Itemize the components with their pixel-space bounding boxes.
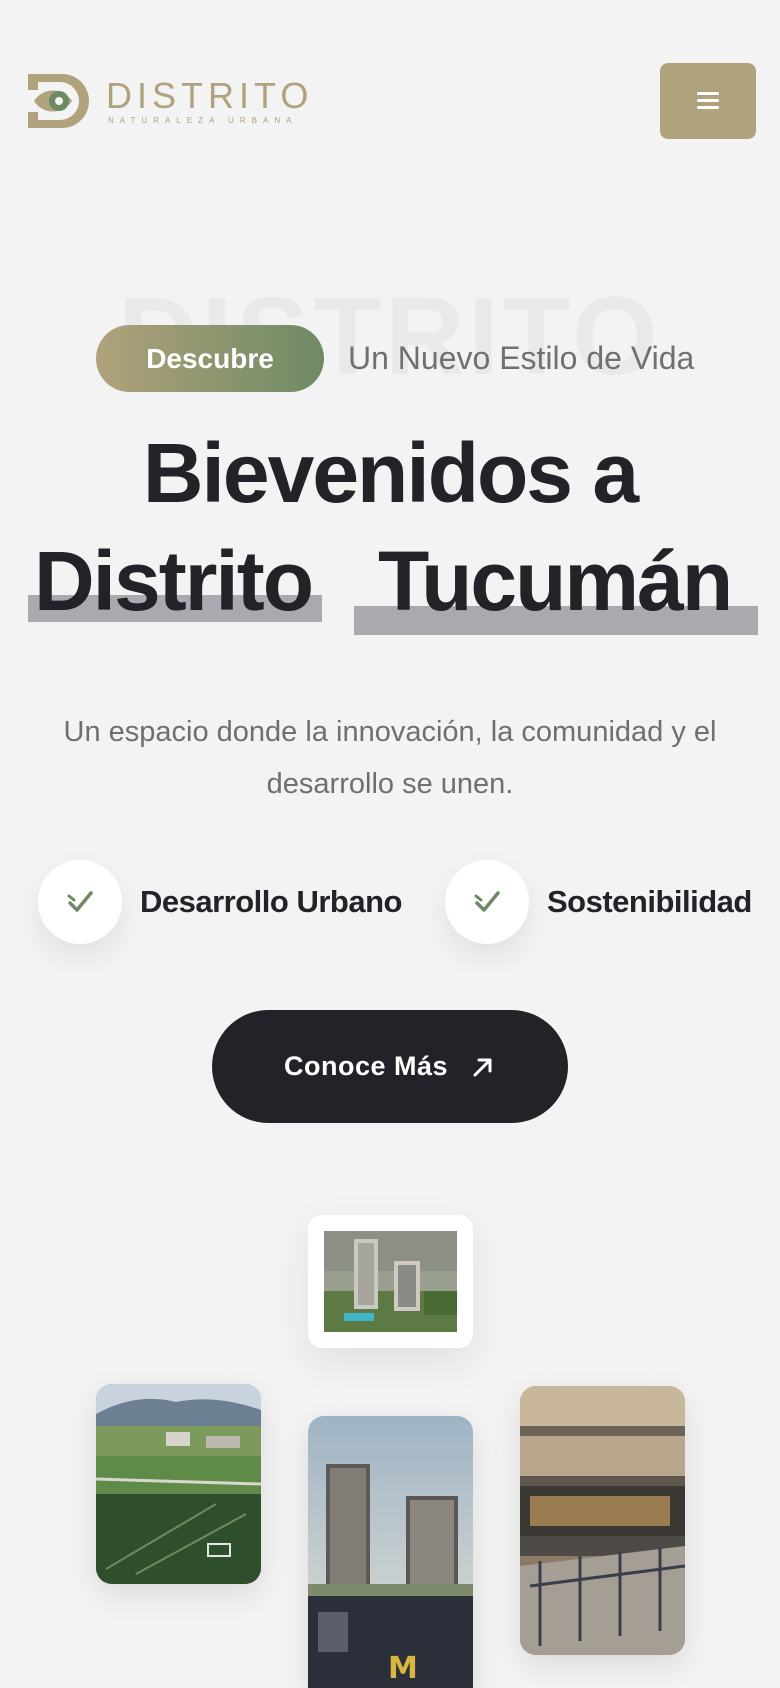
badge-subtitle: Un Nuevo Estilo de Vida [348, 340, 695, 376]
hero-badge-row: Descubre Un Nuevo Estilo de Vida [96, 325, 694, 392]
logo-mark-icon [28, 74, 89, 128]
brand-name: DISTRITO [106, 74, 314, 116]
gallery-photo-building-terrace [520, 1386, 685, 1655]
discover-badge: Descubre [96, 325, 324, 392]
gallery-photo-towers-street: M [308, 1416, 473, 1688]
brand-tagline: NATURALEZA URBANA [108, 115, 298, 125]
learn-more-button[interactable]: Conoce Más [212, 1010, 568, 1123]
menu-button[interactable] [660, 63, 756, 139]
check-icon [38, 860, 122, 944]
brand-logo[interactable]: DISTRITO NATURALEZA URBANA [28, 74, 313, 128]
arrow-up-right-icon [473, 1058, 492, 1076]
svg-text:M: M [388, 1651, 418, 1686]
feature-sustainability: Sostenibilidad [445, 860, 752, 944]
hero-title-distrito: Distrito [34, 534, 314, 628]
hero-description: Un espacio donde la innovación, la comun… [63, 716, 717, 800]
hero-title-tucuman: Tucumán [378, 534, 733, 628]
feature-label: Sostenibilidad [547, 884, 752, 919]
site-header: DISTRITO NATURALEZA URBANA [0, 0, 780, 160]
gallery-photo-towers-aerial [308, 1215, 473, 1348]
hero-title-line1: Bievenidos a [142, 426, 639, 520]
feature-label: Desarrollo Urbano [140, 884, 402, 919]
learn-more-label: Conoce Más [283, 1051, 449, 1081]
check-icon [445, 860, 529, 944]
feature-urban-development: Desarrollo Urbano [38, 860, 402, 944]
hamburger-icon [697, 92, 719, 110]
gallery-photo-sports-field [96, 1384, 261, 1584]
